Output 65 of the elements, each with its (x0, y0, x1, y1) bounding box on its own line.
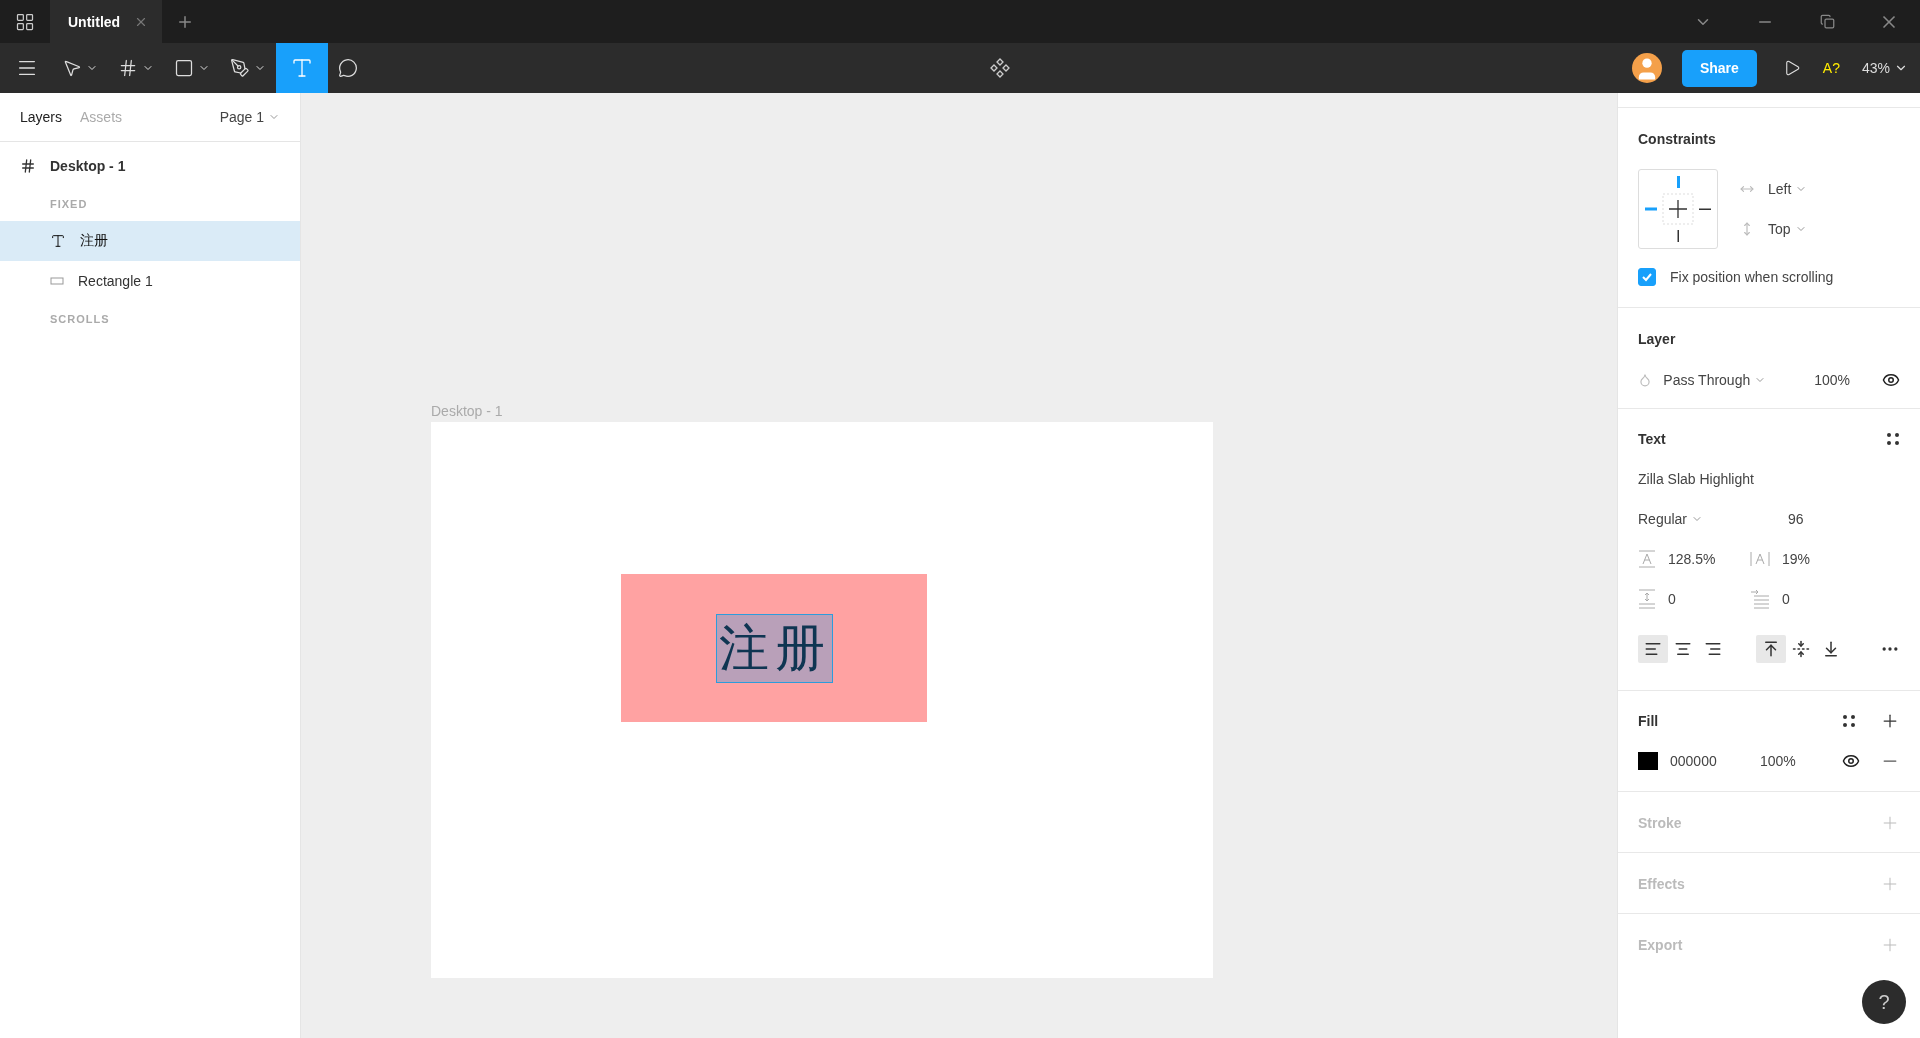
frame-icon (20, 158, 36, 174)
section-title: Export (1638, 937, 1683, 953)
font-size-field[interactable]: 96 (1788, 511, 1804, 527)
text-layer[interactable]: 注册 (716, 614, 833, 683)
font-weight-select[interactable]: Regular (1638, 511, 1788, 527)
panel-tab[interactable]: Layers (20, 109, 63, 125)
align-left-icon[interactable] (1638, 635, 1668, 663)
text-icon (290, 56, 314, 80)
layer-group-label: FIXED (49, 196, 89, 212)
section-title: Layer (1638, 330, 1677, 349)
help-button[interactable]: ? (1862, 980, 1906, 1024)
styles-icon[interactable] (1886, 432, 1900, 446)
paragraph-spacing-field[interactable]: 0 (1668, 591, 1676, 607)
layer-row[interactable]: Desktop - 1 (0, 146, 300, 186)
pen-icon (230, 58, 250, 78)
section-title: Effects (1638, 876, 1685, 892)
layer-name: Desktop - 1 (50, 158, 126, 174)
constraint-widget[interactable] (1638, 169, 1718, 249)
frame-icon (118, 58, 138, 78)
checkbox[interactable] (1638, 268, 1656, 286)
file-tab[interactable]: Untitled (50, 0, 163, 43)
layer-row[interactable]: 注册 (0, 221, 300, 261)
paragraph-indent-field[interactable]: 0 (1782, 591, 1790, 607)
checkmark-icon (1641, 271, 1653, 283)
horizontal-constraint-select[interactable]: Left (1768, 181, 1808, 197)
section-title: Fill (1638, 713, 1660, 729)
comment-icon (338, 58, 358, 78)
checkbox-label: Fix position when scrolling (1670, 269, 1834, 285)
hex-field[interactable]: 000000 (1670, 753, 1760, 769)
tab-title: Untitled (68, 13, 121, 30)
fill-opacity-field[interactable]: 100% (1760, 753, 1842, 769)
rectangle-icon (50, 276, 64, 286)
frame-label: Desktop - 1 (431, 403, 503, 419)
layer-name: Rectangle 1 (78, 273, 153, 289)
align-top-icon[interactable] (1756, 635, 1786, 663)
font-family-select[interactable]: Zilla Slab Highlight (1638, 471, 1754, 487)
page-selector[interactable]: Page 1 (219, 109, 280, 125)
opacity-value[interactable]: 100% (1814, 372, 1882, 388)
section-title: Text (1638, 431, 1667, 447)
section-title: Stroke (1638, 815, 1682, 831)
letter-spacing-field[interactable]: 19% (1782, 551, 1811, 567)
color-swatch[interactable] (1638, 752, 1658, 770)
line-height-icon (1638, 550, 1656, 568)
indent-icon (1750, 589, 1770, 609)
missing-font-indicator[interactable]: A? (1822, 60, 1840, 76)
droplet-icon (1638, 373, 1652, 387)
vertical-constraint-select[interactable]: Top (1768, 221, 1807, 237)
paragraph-spacing-icon (1638, 589, 1656, 609)
layer-name: 注册 (80, 232, 108, 250)
letter-spacing-icon (1750, 550, 1770, 568)
section-title: Constraints (1638, 130, 1717, 149)
zoom-menu[interactable]: 43% (1861, 43, 1920, 93)
rectangle-icon (174, 58, 194, 78)
pointer-icon (62, 58, 82, 78)
eye-icon[interactable] (1882, 371, 1900, 389)
layer-group-label: SCROLLS (49, 311, 111, 327)
styles-icon[interactable] (1842, 714, 1856, 728)
avatar-icon[interactable] (1631, 53, 1662, 83)
layer-row[interactable]: Rectangle 1 (0, 261, 300, 301)
eye-icon[interactable] (1842, 752, 1860, 770)
restore-icon[interactable] (1819, 14, 1835, 29)
blend-mode-select[interactable]: Pass Through (1663, 372, 1815, 388)
line-height-field[interactable]: 128.5% (1668, 551, 1716, 567)
text-icon (50, 233, 66, 249)
component-icon[interactable] (989, 58, 1010, 78)
